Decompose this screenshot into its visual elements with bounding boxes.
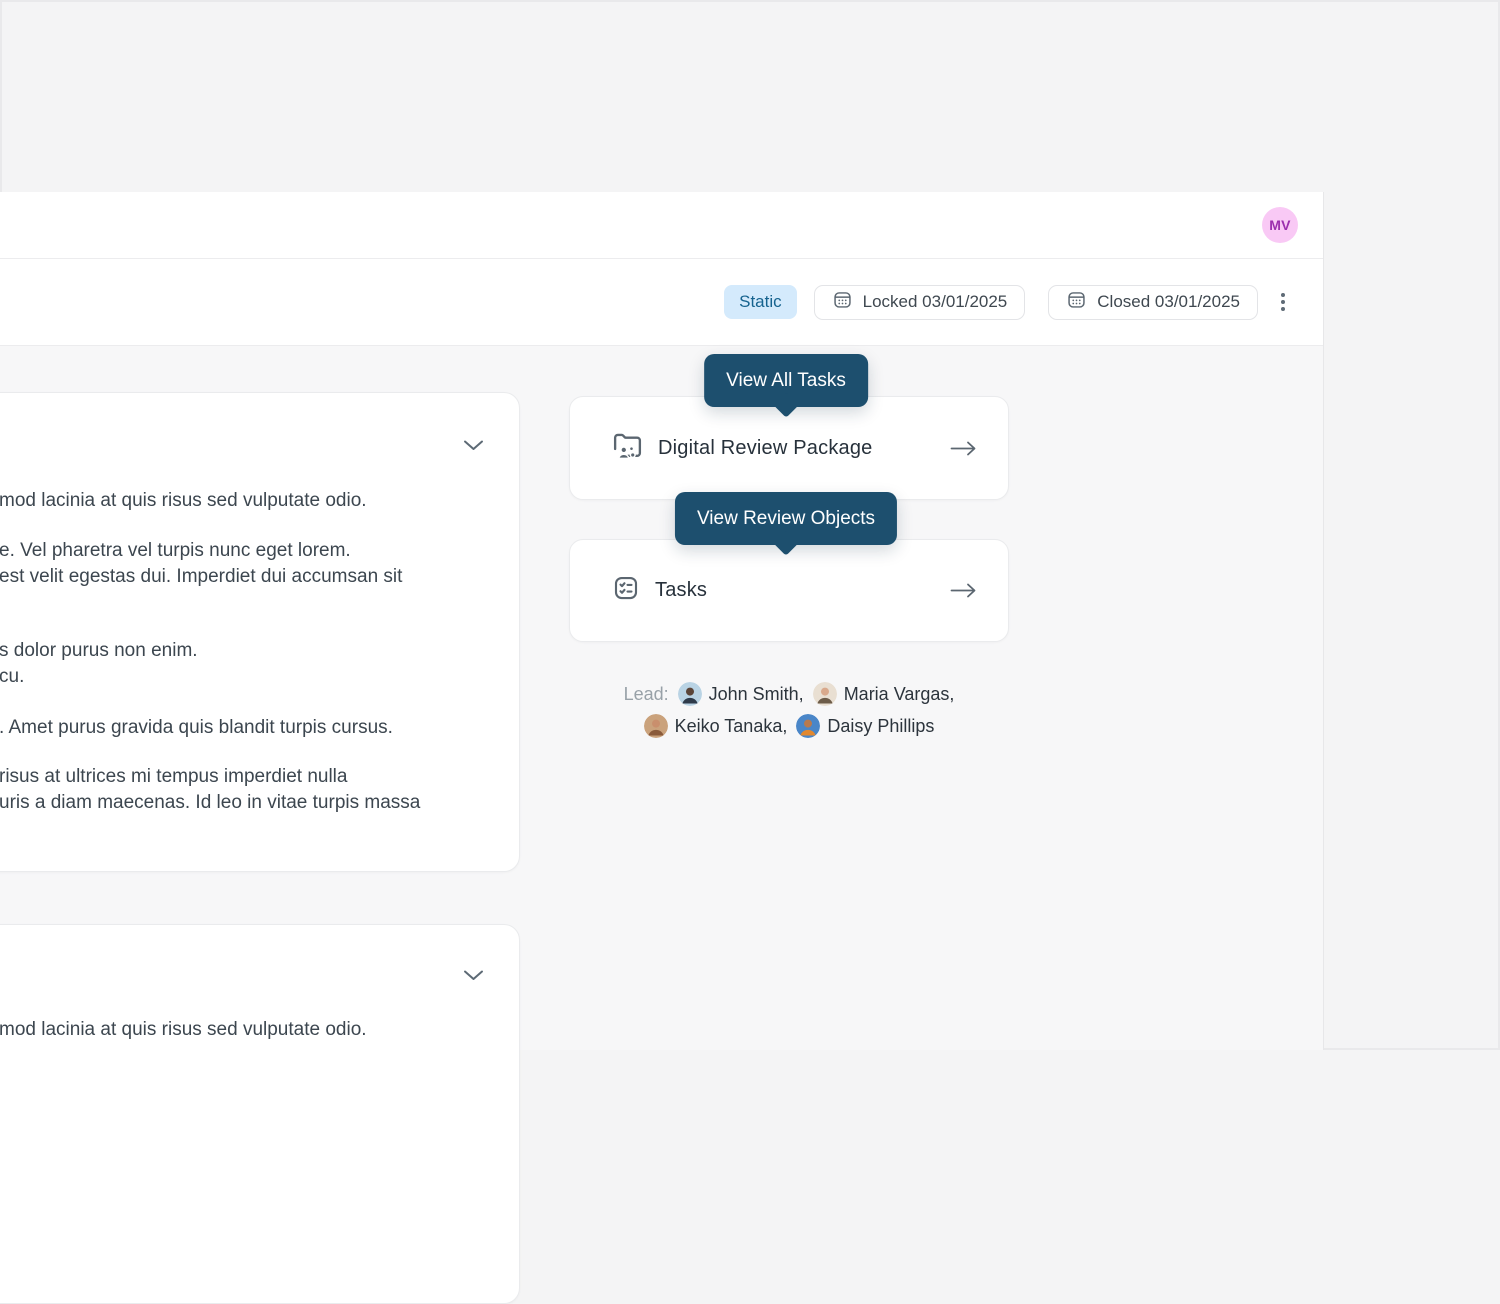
text-line: est velit egestas dui. Imperdiet dui acc… (0, 564, 511, 590)
text-line: risus at ultrices mi tempus imperdiet nu… (0, 764, 511, 790)
lead-person-name: Keiko Tanaka, (675, 710, 788, 742)
lead-person[interactable]: Maria Vargas, (813, 678, 955, 710)
text-line: mod lacinia at quis risus sed vulputate … (0, 1017, 511, 1043)
description-text: mod lacinia at quis risus sed vulputate … (0, 393, 511, 816)
status-badge: Static (724, 285, 797, 319)
app-window: MV Static Locked 03/01/2025 (0, 192, 1324, 1050)
overflow-menu-button[interactable] (1268, 285, 1298, 320)
screenshot-root: { "topbar": { "avatar_initials": "MV" },… (0, 0, 1500, 1050)
lead-person[interactable]: John Smith, (678, 678, 804, 710)
text-line: mod lacinia at quis risus sed vulputate … (0, 488, 511, 514)
chevron-down-icon[interactable] (463, 969, 484, 987)
avatar (796, 714, 820, 738)
text-line: . Amet purus gravida quis blandit turpis… (0, 715, 511, 741)
lead-person-name: Daisy Phillips (827, 710, 934, 742)
view-all-tasks-tooltip: View All Tasks (704, 354, 868, 407)
text-line: uris a diam maecenas. Id leo in vitae tu… (0, 790, 511, 816)
description-text: mod lacinia at quis risus sed vulputate … (0, 925, 511, 1043)
header-bar: Static Locked 03/01/2025 (0, 259, 1323, 346)
locked-date-button[interactable]: Locked 03/01/2025 (814, 285, 1026, 320)
checklist-icon (611, 573, 641, 608)
description-card-2: mod lacinia at quis risus sed vulputate … (0, 924, 520, 1304)
closed-date-label: Closed 03/01/2025 (1097, 292, 1240, 312)
avatar (813, 682, 837, 706)
view-review-objects-tooltip: View Review Objects (675, 492, 897, 545)
tasks-card[interactable]: Tasks (569, 539, 1009, 642)
avatar (644, 714, 668, 738)
locked-date-label: Locked 03/01/2025 (863, 292, 1008, 312)
lead-person-name: Maria Vargas, (844, 678, 955, 710)
chevron-down-icon[interactable] (463, 439, 484, 457)
lead-person[interactable]: Keiko Tanaka, (644, 710, 788, 742)
user-avatar[interactable]: MV (1262, 207, 1298, 243)
arrow-right-icon (949, 582, 978, 599)
lead-label: Lead: (624, 678, 669, 710)
lead-person-name: John Smith, (709, 678, 804, 710)
text-line: cu. (0, 664, 511, 690)
calendar-icon (832, 289, 853, 315)
lead-people: Lead: John Smith, (569, 678, 1009, 742)
description-card: mod lacinia at quis risus sed vulputate … (0, 392, 520, 872)
text-line: s dolor purus non enim. (0, 638, 511, 664)
calendar-icon (1066, 289, 1087, 315)
text-line: e. Vel pharetra vel turpis nunc eget lor… (0, 538, 511, 564)
card-title: Digital Review Package (658, 437, 873, 460)
avatar (678, 682, 702, 706)
card-title: Tasks (655, 579, 707, 602)
folder-users-icon (611, 429, 644, 467)
closed-date-button[interactable]: Closed 03/01/2025 (1048, 285, 1258, 320)
lead-person[interactable]: Daisy Phillips (796, 710, 934, 742)
top-bar: MV (0, 192, 1323, 259)
content-area: mod lacinia at quis risus sed vulputate … (0, 346, 1323, 1050)
arrow-right-icon (949, 440, 978, 457)
